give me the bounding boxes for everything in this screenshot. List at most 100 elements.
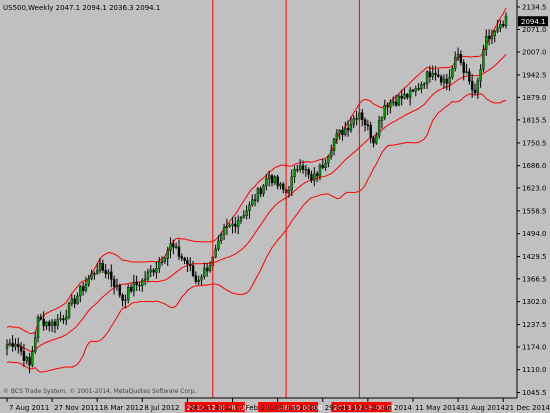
candle-body	[124, 299, 127, 301]
candle-body	[485, 36, 488, 50]
candle-body	[482, 49, 485, 70]
candle-body	[90, 273, 93, 280]
x-tick-label: 19 Jan 2014	[370, 404, 413, 412]
candle-body	[408, 89, 412, 98]
candle-body	[265, 178, 268, 186]
candle-body	[437, 74, 440, 77]
y-tick-label: 1429.5	[522, 253, 547, 261]
candle-body	[346, 128, 350, 131]
candle-body	[141, 279, 144, 286]
candle-body	[200, 276, 203, 281]
candle-body	[203, 267, 206, 278]
y-tick-label: 1110.0	[522, 366, 547, 374]
y-tick-label: 1815.5	[522, 116, 547, 124]
candle-body	[53, 321, 57, 326]
candle-body	[25, 356, 28, 361]
candle-body	[31, 351, 34, 366]
candle-body	[96, 270, 99, 274]
candle-body	[152, 269, 155, 273]
candle-body	[304, 169, 308, 171]
x-tick-label: 29 Sep 2013	[325, 404, 369, 412]
candle-body	[172, 243, 175, 248]
chart-window[interactable]: 2012.12.30 00:00 2013.06.30 00:00 2013.12.…	[0, 0, 550, 413]
x-tick-label: 11 May 2014	[415, 404, 461, 412]
y-tick-label: 1174.0	[522, 344, 547, 352]
x-tick-label: 28 Oct 2012	[189, 404, 232, 412]
candle-body	[375, 135, 378, 144]
candle-body	[490, 35, 494, 40]
candle-body	[462, 62, 465, 73]
candle-body	[307, 169, 310, 175]
y-tick-label: 1302.0	[522, 298, 547, 306]
last-price-label: 2094.1	[521, 18, 546, 26]
candle-body	[499, 23, 502, 29]
candle-body	[332, 138, 336, 152]
x-tick-label: 8 Jul 2012	[144, 404, 179, 412]
candle-body	[39, 316, 43, 320]
candle-body	[301, 165, 305, 170]
candle-body	[222, 227, 226, 235]
candle-body	[107, 271, 110, 275]
candle-body	[327, 156, 330, 164]
candle-body	[377, 120, 381, 137]
candle-body	[93, 273, 96, 275]
y-tick-label: 1558.5	[522, 207, 547, 215]
candle-body	[115, 285, 119, 287]
candle-body	[234, 223, 237, 227]
candle-body	[84, 284, 88, 291]
price-chart[interactable]: 2012.12.30 00:00 2013.06.30 00:00 2013.12.…	[0, 0, 550, 413]
candle-body	[501, 23, 505, 26]
candle-body	[383, 104, 386, 118]
candle-body	[143, 278, 147, 281]
candle-body	[205, 267, 209, 272]
candle-body	[19, 346, 23, 352]
candle-body	[417, 88, 420, 90]
candle-body	[448, 76, 451, 84]
candle-body	[389, 102, 392, 108]
candle-body	[414, 88, 417, 92]
candle-body	[341, 130, 344, 136]
candle-body	[279, 183, 282, 187]
candle-body	[459, 54, 463, 63]
y-tick-label: 1237.5	[522, 321, 547, 329]
candle-body	[493, 30, 496, 36]
candle-body	[191, 265, 195, 276]
x-tick-label: 18 Mar 2012	[99, 404, 143, 412]
candle-body	[62, 318, 65, 321]
candle-body	[431, 73, 434, 77]
candle-body	[8, 342, 12, 346]
candle-body	[428, 71, 432, 77]
candle-body	[363, 119, 367, 125]
candle-body	[166, 250, 169, 259]
candle-body	[403, 93, 406, 99]
candle-body	[282, 183, 285, 190]
candle-body	[256, 188, 260, 201]
candle-body	[369, 124, 372, 138]
x-tick-label: 31 Aug 2014	[460, 404, 505, 412]
y-tick-label: 2134.5	[522, 3, 547, 11]
candle-body	[163, 258, 167, 262]
y-tick-label: 1366.5	[522, 275, 547, 283]
candle-body	[423, 83, 426, 86]
x-tick-label: 7 Aug 2011	[9, 404, 49, 412]
candle-body	[445, 78, 448, 84]
candle-body	[259, 188, 262, 195]
candle-body	[273, 176, 277, 184]
x-tick-label: 17 Feb 2013	[235, 404, 279, 412]
candle-body	[392, 101, 395, 104]
candle-body	[160, 261, 164, 263]
candle-body	[487, 36, 491, 40]
candle-body	[127, 287, 130, 300]
candle-body	[98, 262, 102, 271]
candle-body	[451, 68, 454, 78]
candle	[67, 301, 71, 320]
candle-body	[380, 117, 384, 121]
y-tick-label: 1623.0	[522, 185, 547, 193]
candle-body	[296, 169, 299, 171]
candle-body	[36, 316, 40, 338]
candle-body	[470, 80, 474, 91]
candle-body	[189, 263, 192, 266]
candle-body	[321, 165, 324, 169]
chart-background	[0, 0, 550, 413]
candle-body	[344, 128, 347, 136]
